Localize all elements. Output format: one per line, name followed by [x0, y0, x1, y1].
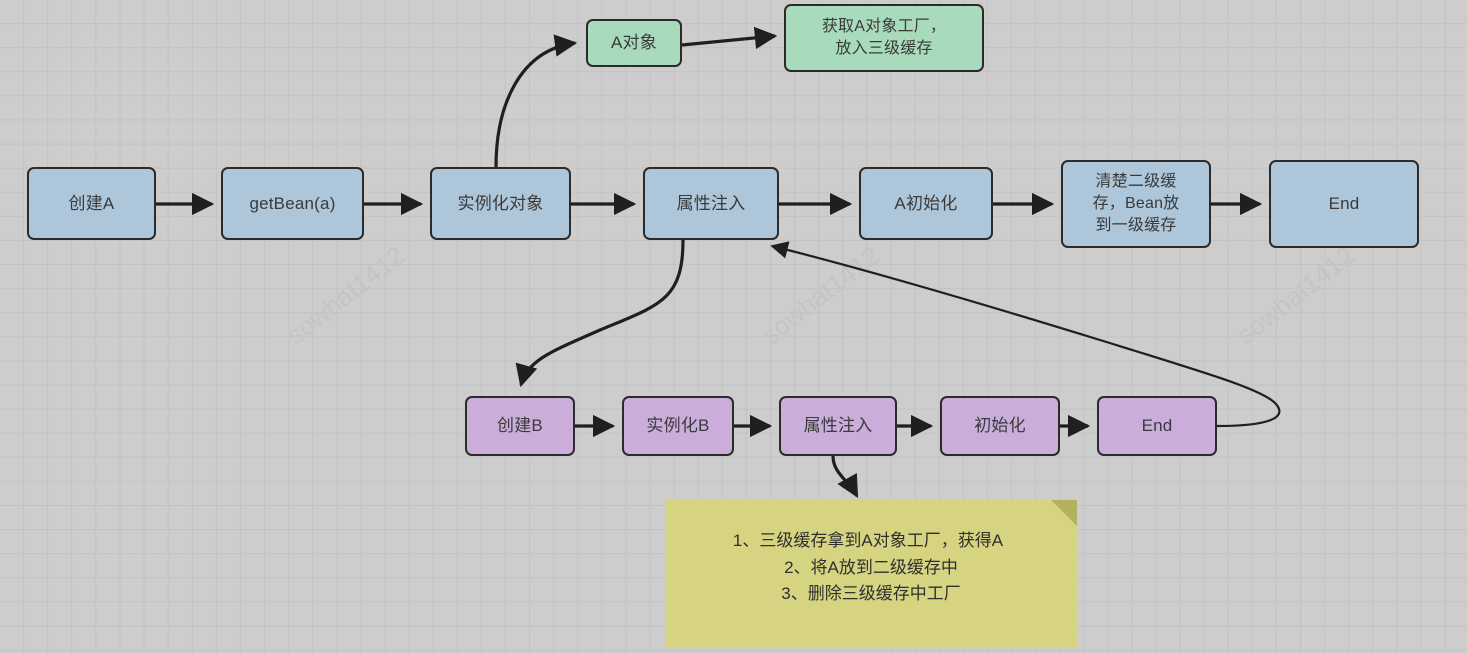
edge-populate-a-to-create-b: [515, 239, 685, 388]
node-init-a[interactable]: A初始化: [859, 167, 993, 240]
node-populate-b-label: 属性注入: [803, 416, 873, 436]
note-line-1: 1、三级缓存拿到A对象工厂，获得A: [732, 531, 1004, 551]
node-create-b[interactable]: 创建B: [465, 396, 575, 456]
node-end-a-label: End: [1328, 194, 1360, 214]
node-init-b-label: 初始化: [974, 416, 1026, 436]
node-object-a-label: A对象: [611, 33, 657, 53]
node-instantiate-b[interactable]: 实例化B: [622, 396, 734, 456]
node-populate-a[interactable]: 属性注入: [643, 167, 779, 240]
watermark-3: sowhat1412: [1230, 240, 1360, 351]
node-object-a[interactable]: A对象: [586, 19, 682, 67]
node-get-bean-a[interactable]: getBean(a): [221, 167, 364, 240]
watermark-2: sowhat1412: [755, 240, 885, 351]
node-instantiate-object[interactable]: 实例化对象: [430, 167, 571, 240]
node-end-b[interactable]: End: [1097, 396, 1217, 456]
node-end-b-label: End: [1141, 416, 1173, 436]
node-clear-second-cache-label: 清楚二级缓 存，Bean放 到一级缓存: [1092, 172, 1180, 235]
node-end-a[interactable]: End: [1269, 160, 1419, 248]
edge-instantiate-to-object-a: [494, 34, 578, 168]
node-init-a-label: A初始化: [894, 193, 958, 213]
node-create-a[interactable]: 创建A: [27, 167, 156, 240]
node-instantiate-b-label: 实例化B: [646, 416, 710, 436]
node-get-bean-a-label: getBean(a): [249, 193, 336, 213]
note-line-2: 2、将A放到二级缓存中: [784, 557, 958, 577]
note-line-3: 3、删除三级缓存中工厂: [781, 584, 961, 604]
node-create-b-label: 创建B: [497, 416, 543, 436]
note-fold-corner: [1051, 500, 1077, 526]
node-init-b[interactable]: 初始化: [940, 396, 1060, 456]
node-populate-b[interactable]: 属性注入: [779, 396, 897, 456]
node-populate-a-label: 属性注入: [676, 193, 746, 213]
node-factory-to-third-cache[interactable]: 获取A对象工厂， 放入三级缓存: [784, 4, 984, 72]
node-factory-to-third-cache-label: 获取A对象工厂， 放入三级缓存: [821, 17, 947, 57]
node-instantiate-object-label: 实例化对象: [457, 193, 544, 213]
node-create-a-label: 创建A: [68, 193, 115, 213]
note-cache-steps[interactable]: 1、三级缓存拿到A对象工厂，获得A 2、将A放到二级缓存中 3、删除三级缓存中工…: [665, 500, 1077, 648]
flowchart-canvas: sowhat1412 sowhat1412 sowhat1412 创建A get…: [0, 0, 1467, 653]
watermark-1: sowhat1412: [280, 240, 410, 351]
node-clear-second-cache[interactable]: 清楚二级缓 存，Bean放 到一级缓存: [1061, 160, 1211, 248]
edge-populate-b-to-note: [831, 455, 859, 498]
edge-object-a-to-factory: [681, 26, 778, 50]
